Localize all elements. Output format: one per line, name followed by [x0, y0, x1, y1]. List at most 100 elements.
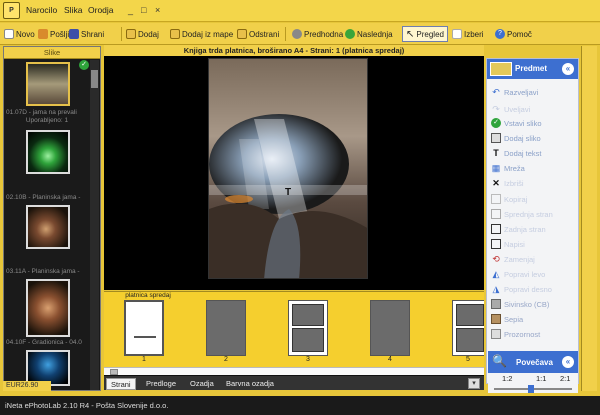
layer-front-icon: [491, 209, 501, 219]
image-usage: Uporabljeno: 1: [25, 117, 69, 124]
zoom-1-2[interactable]: 1:2: [502, 374, 512, 383]
sepia-action[interactable]: Sepia: [491, 313, 523, 325]
bring-front-action[interactable]: Sprednja stran: [491, 208, 553, 220]
add-text-action[interactable]: T Dodaj tekst: [491, 147, 541, 159]
images-panel: Slike ✓ 01.07D - jama na prevali Uporabl…: [3, 46, 101, 391]
help-button[interactable]: ? Pomoč: [495, 26, 532, 42]
page-thumb[interactable]: [452, 300, 484, 356]
tab-predloge[interactable]: Predloge: [142, 378, 180, 390]
undo-label: Razveljavi: [504, 87, 539, 97]
grid-label: Mreža: [504, 163, 525, 173]
copy-label: Kopiraj: [504, 194, 528, 204]
preview-button[interactable]: ↖ Pregled: [402, 26, 448, 42]
chevron-down-icon[interactable]: ▾: [468, 378, 480, 389]
page-slot: [292, 304, 324, 326]
zoom-2-1[interactable]: 2:1: [560, 374, 570, 383]
grayscale-icon: [491, 299, 501, 309]
add-from-folder-label: Dodaj iz mape: [182, 29, 234, 39]
pointer-icon: ↖: [406, 28, 415, 40]
image-thumbnail[interactable]: [26, 62, 70, 106]
page-thumb[interactable]: [206, 300, 246, 356]
copy-icon: [491, 194, 501, 204]
zoom-values: 1:2 1:1 2:1: [488, 373, 578, 384]
send-back-label: Zadnja stran: [504, 224, 546, 234]
cover-photo[interactable]: T: [208, 58, 368, 279]
select-icon: [452, 29, 462, 39]
right-scrollbar[interactable]: [581, 46, 597, 391]
app-logo: P: [3, 2, 20, 19]
help-icon: ?: [495, 29, 505, 39]
delete-action[interactable]: ✕ Izbriši: [491, 177, 524, 189]
image-icon: [491, 133, 501, 143]
page-thumb[interactable]: [288, 300, 328, 356]
replace-label: Zamenjaj: [504, 254, 535, 264]
images-scrollbar[interactable]: [90, 60, 99, 390]
page-number: 5: [466, 356, 470, 363]
insert-image-action[interactable]: ✓ Vstavi sliko: [491, 117, 542, 129]
page-thumb[interactable]: [124, 300, 164, 356]
add-image-action[interactable]: Dodaj sliko: [491, 132, 541, 144]
scrollbar-thumb[interactable]: [91, 70, 98, 88]
page-thumb[interactable]: [370, 300, 410, 356]
add-label: Dodaj: [138, 29, 159, 39]
menu-orodja[interactable]: Orodja: [88, 5, 114, 15]
zoom-panel-header: 🔍 Povečava «: [488, 351, 578, 373]
grayscale-action[interactable]: Sivinsko (CB): [491, 298, 549, 310]
next-button[interactable]: Naslednja: [345, 26, 393, 42]
previous-button[interactable]: Predhodna: [292, 26, 343, 42]
zoom-slider[interactable]: [488, 384, 578, 393]
price-label: EUR26.90: [3, 381, 51, 391]
next-icon: [345, 29, 355, 39]
add-image-label: Dodaj sliko: [504, 133, 541, 143]
transparency-label: Prozornost: [504, 329, 541, 339]
magnifier-icon: 🔍: [492, 354, 507, 368]
copy-action[interactable]: Kopiraj: [491, 193, 527, 205]
zoom-1-1[interactable]: 1:1: [536, 374, 546, 383]
new-label: Novo: [16, 29, 35, 39]
remove-button[interactable]: Odstrani: [237, 26, 279, 42]
image-thumbnail[interactable]: [26, 130, 70, 174]
minimize-button[interactable]: _: [128, 5, 133, 15]
menu-slika[interactable]: Slika: [64, 5, 82, 15]
previous-icon: [292, 29, 302, 39]
check-icon: ✓: [79, 60, 89, 70]
tab-ozadja[interactable]: Ozadja: [186, 378, 218, 390]
delete-label: Izbriši: [504, 178, 524, 188]
menu-narocilo[interactable]: Narocilo: [26, 5, 57, 15]
collapse-icon[interactable]: «: [562, 63, 574, 75]
transparency-action[interactable]: Prozornost: [491, 328, 540, 340]
tab-strani[interactable]: Strani: [106, 378, 136, 390]
captions-label: Napisi: [504, 239, 525, 249]
rotate-left-icon: ◭: [492, 269, 500, 279]
add-from-folder-button[interactable]: Dodaj iz mape: [170, 26, 233, 42]
image-thumbnail[interactable]: [26, 279, 70, 337]
image-thumbnail[interactable]: [26, 205, 70, 249]
maximize-button[interactable]: □: [141, 5, 146, 15]
folder-remove-icon: [237, 29, 247, 39]
rotate-right-action[interactable]: ◮ Popravi desno: [491, 283, 552, 295]
page-number: 2: [224, 356, 228, 363]
slider-thumb[interactable]: [528, 385, 534, 393]
redo-icon: ↷: [492, 104, 500, 114]
captions-action[interactable]: Napisi: [491, 238, 525, 250]
select-button[interactable]: Izberi: [452, 26, 484, 42]
save-button[interactable]: Shrani: [69, 26, 104, 42]
pages-scrollbar[interactable]: [104, 367, 484, 375]
send-button[interactable]: Pošlji: [38, 26, 69, 42]
check-icon: ✓: [491, 118, 501, 128]
preview-label: Pregled: [416, 29, 444, 39]
replace-action[interactable]: ⟲ Zamenjaj: [491, 253, 535, 265]
redo-action[interactable]: ↷ Uveljavi: [491, 103, 530, 115]
grid-action[interactable]: ▦ Mreža: [491, 162, 525, 174]
collapse-icon[interactable]: «: [562, 356, 574, 368]
close-button[interactable]: ×: [155, 5, 160, 15]
undo-action[interactable]: ↶ Razveljavi: [491, 86, 538, 98]
add-button[interactable]: Dodaj: [126, 26, 159, 42]
rotate-left-action[interactable]: ◭ Popravi levo: [491, 268, 546, 280]
send-back-action[interactable]: Zadnja stran: [491, 223, 546, 235]
rotate-right-label: Popravi desno: [504, 284, 552, 294]
new-button[interactable]: Novo: [4, 26, 35, 42]
tab-barvna-ozadja[interactable]: Barvna ozadja: [222, 378, 278, 390]
page-canvas[interactable]: Knjiga trda platnica, broširano A4 - Str…: [104, 45, 484, 290]
bottom-tabs: Strani Predloge Ozadja Barvna ozadja ▾: [104, 375, 484, 390]
